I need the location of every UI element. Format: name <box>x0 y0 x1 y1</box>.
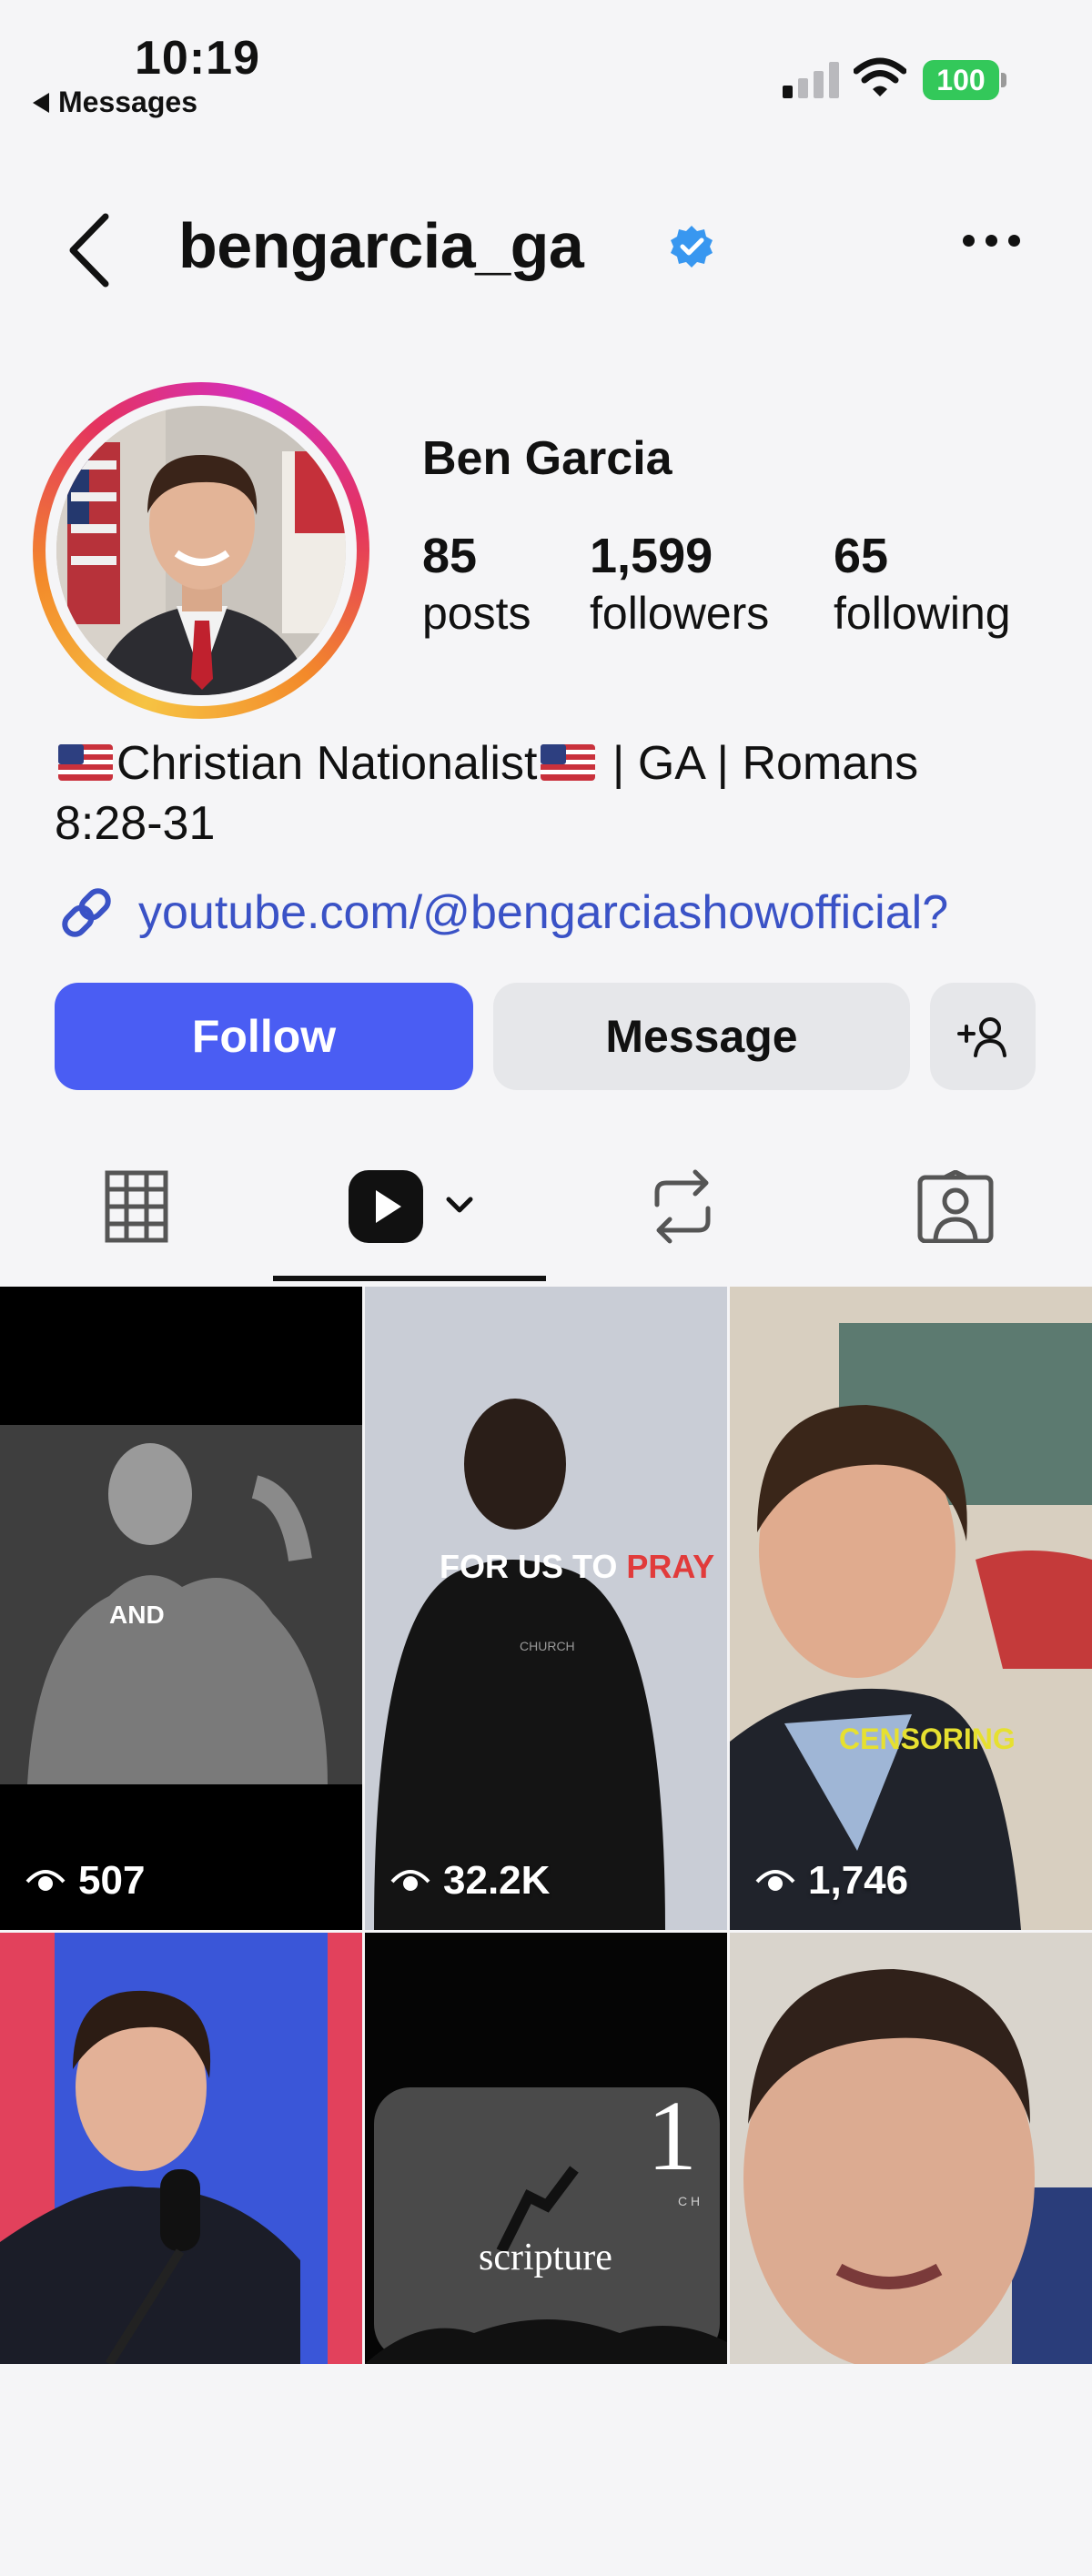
reel-image: CENSORING <box>730 1287 1092 1930</box>
wifi-icon <box>854 57 906 96</box>
svg-text:FOR US TO PRAY: FOR US TO PRAY <box>440 1548 714 1585</box>
back-to-messages-label: Messages <box>58 86 197 118</box>
avatar[interactable] <box>56 406 346 695</box>
bio: Christian Nationalist | GA | Romans 8:28… <box>55 733 1056 854</box>
reel-image <box>0 1933 362 2364</box>
play-count-icon <box>390 1870 430 1891</box>
back-arrow-icon[interactable] <box>62 211 126 289</box>
reel-thumbnail[interactable]: CENSORING 1,746 <box>730 1287 1092 1930</box>
corner-letters: C H <box>678 2194 700 2208</box>
back-to-messages-link[interactable]: Messages <box>33 86 197 119</box>
reel-image: FOR US TO PRAY CHURCH <box>365 1287 727 1930</box>
battery-cap <box>1001 73 1006 87</box>
bio-text: Christian Nationalist <box>116 737 538 790</box>
reel-thumbnail[interactable] <box>0 1933 362 2576</box>
view-count-value: 32.2K <box>443 1858 551 1903</box>
link-icon <box>62 888 111 937</box>
view-count: 32.2K <box>390 1858 550 1904</box>
reel-thumbnail[interactable] <box>730 1933 1092 2576</box>
display-name: Ben Garcia <box>422 432 672 485</box>
followers-label: followers <box>590 588 770 639</box>
reel-caption: scripture <box>479 2237 612 2278</box>
reel-image: 1 C H scripture <box>365 1933 727 2364</box>
profile-username: bengarcia_ga <box>178 210 584 281</box>
tab-reposts[interactable] <box>592 1161 774 1252</box>
corner-number: 1 <box>647 2080 697 2191</box>
tab-tagged[interactable] <box>864 1161 1046 1252</box>
status-time: 10:19 <box>135 32 260 85</box>
following-stat[interactable]: 65 following <box>834 528 1011 642</box>
posts-count: 85 <box>422 529 478 583</box>
reels-icon <box>349 1170 473 1243</box>
reel-caption: FOR US TO <box>440 1548 626 1585</box>
us-flag-icon <box>58 744 113 781</box>
selected-tab-indicator <box>273 1276 546 1281</box>
tab-reels[interactable] <box>318 1161 500 1252</box>
suggested-users-button[interactable] <box>930 983 1036 1090</box>
back-triangle-icon <box>33 92 49 113</box>
posts-stat[interactable]: 85 posts <box>422 528 531 642</box>
reel-caption: AND <box>109 1601 165 1629</box>
reel-caption-highlight: PRAY <box>626 1548 714 1585</box>
cellular-signal-icon <box>783 60 839 98</box>
view-count-value: 1,746 <box>808 1858 909 1903</box>
reel-image <box>730 1933 1092 2364</box>
battery-icon: 100 <box>923 60 999 100</box>
reel-caption: CENSORING <box>839 1722 1016 1755</box>
shirt-logo: CHURCH <box>520 1639 575 1653</box>
view-count-value: 507 <box>78 1858 146 1903</box>
play-count-icon <box>755 1870 795 1891</box>
reel-thumbnail[interactable]: 1 C H scripture <box>365 1933 727 2576</box>
following-label: following <box>834 588 1011 639</box>
following-count: 65 <box>834 529 889 583</box>
tab-grid[interactable] <box>46 1161 228 1252</box>
profile-link-text[interactable]: youtube.com/@bengarciashowofficial? <box>138 885 948 940</box>
play-count-icon <box>25 1870 66 1891</box>
profile-link[interactable]: youtube.com/@bengarciashowofficial? <box>55 881 948 945</box>
view-count: 507 <box>25 1858 145 1904</box>
message-button[interactable]: Message <box>493 983 910 1090</box>
grid-icon <box>105 1170 168 1243</box>
posts-label: posts <box>422 588 531 639</box>
us-flag-icon <box>541 744 596 781</box>
followers-count: 1,599 <box>590 529 713 583</box>
tagged-icon <box>917 1170 994 1243</box>
followers-stat[interactable]: 1,599 followers <box>590 528 769 642</box>
more-options-icon[interactable] <box>963 235 1020 247</box>
reel-thumbnail[interactable]: AND 507 <box>0 1287 362 1930</box>
view-count: 1,746 <box>755 1858 908 1904</box>
add-person-icon <box>957 1017 1006 1057</box>
reel-thumbnail[interactable]: FOR US TO PRAY CHURCH 32.2K <box>365 1287 727 1930</box>
follow-button[interactable]: Follow <box>55 983 473 1090</box>
reposts-icon <box>654 1169 711 1244</box>
verified-badge-icon <box>671 226 713 268</box>
reel-image: AND <box>0 1287 362 1930</box>
bio-text-continued: | GA | Romans <box>599 737 919 790</box>
bio-verse: 8:28-31 <box>55 797 216 850</box>
